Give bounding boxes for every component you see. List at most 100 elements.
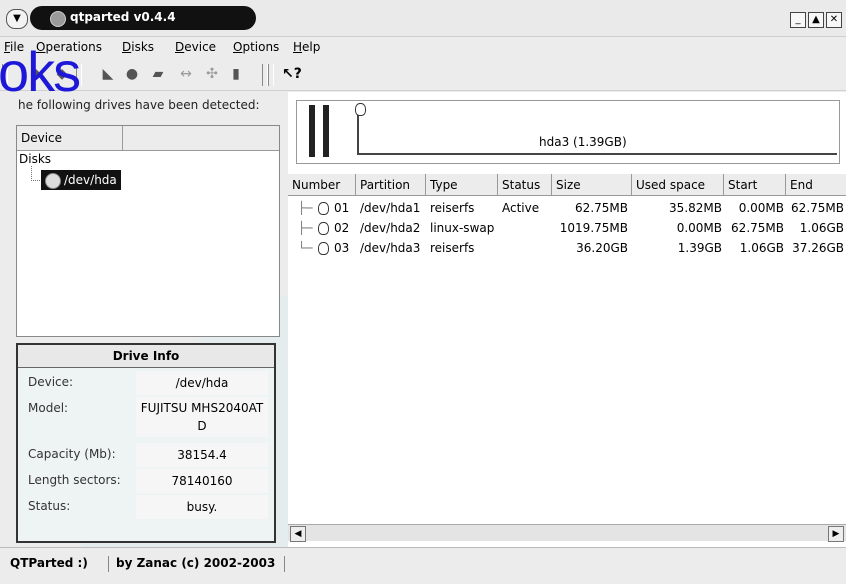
linux-penguin-icon	[318, 238, 329, 258]
window-title: qtparted v0.4.4	[70, 10, 176, 24]
cell-type: linux-swap	[430, 221, 495, 235]
cell-size: 36.20GB	[576, 241, 628, 255]
column-used-space[interactable]: Used space	[632, 174, 724, 196]
window-menu-button[interactable]: ▼	[6, 9, 28, 29]
linux-penguin-icon	[318, 218, 329, 238]
drive-info-row: Device: /dev/hda	[18, 371, 274, 399]
cell-number: 03	[334, 241, 350, 255]
minimize-button[interactable]: _	[790, 12, 806, 28]
cell-size: 62.75MB	[575, 201, 628, 215]
tree-header: Device	[17, 126, 279, 151]
column-size[interactable]: Size	[552, 174, 632, 196]
status-separator	[108, 556, 109, 572]
menu-bar: File Operations Disks Device Options Hel…	[0, 37, 846, 59]
disk-map-bars	[301, 105, 349, 157]
scroll-left-arrow-icon[interactable]: ◀	[290, 526, 306, 542]
drive-info-value: busy.	[136, 495, 268, 519]
toolbar: ◆ ◆ ◣ ● ▰ ↔ ✣ ▮ ↖?	[0, 60, 846, 91]
tree-branch-line: ├─	[298, 201, 313, 215]
menu-options[interactable]: Options	[233, 40, 279, 54]
column-partition[interactable]: Partition	[356, 174, 426, 196]
drive-info-value: 78140160	[136, 469, 268, 493]
cell-used-space: 0.00MB	[676, 221, 722, 235]
status-bar: QTParted :) by Zanac (c) 2002-2003	[0, 547, 846, 584]
tree-node-disks[interactable]: Disks	[19, 152, 51, 166]
status-credits: by Zanac (c) 2002-2003	[116, 556, 276, 570]
property-icon[interactable]: ●	[124, 66, 140, 82]
drive-info-label: Status:	[28, 499, 71, 513]
cell-type: reiserfs	[430, 241, 475, 255]
table-row[interactable]: ├─ 01 /dev/hda1 reiserfs Active 62.75MB …	[288, 198, 846, 218]
move-icon[interactable]: ✣	[204, 66, 220, 82]
close-button[interactable]: ✕	[826, 12, 842, 28]
overlay-logo-text: oks	[0, 40, 81, 103]
drive-info-panel: Drive Info Device: /dev/hda Model: FUJIT…	[16, 343, 276, 543]
maximize-button[interactable]: ▲	[808, 12, 824, 28]
toolbar-separator	[268, 64, 274, 86]
tree-branch-line: └─	[298, 241, 313, 255]
table-row[interactable]: └─ 03 /dev/hda3 reiserfs 36.20GB 1.39GB …	[288, 238, 846, 258]
cell-end: 62.75MB	[791, 201, 844, 215]
tree-node-label: /dev/hda	[64, 173, 117, 187]
tree-column-device[interactable]: Device	[17, 126, 123, 150]
detected-drives-label: he following drives have been detected:	[18, 98, 260, 112]
cell-type: reiserfs	[430, 201, 475, 215]
menu-device[interactable]: Device	[175, 40, 216, 54]
tree-node-dev-hda[interactable]: /dev/hda	[41, 170, 121, 190]
drive-info-row: Capacity (Mb): 38154.4	[18, 443, 274, 471]
cell-start: 62.75MB	[731, 221, 784, 235]
partition-bar-hda2[interactable]	[323, 105, 329, 157]
horizontal-scrollbar[interactable]: ◀ ▶	[288, 524, 846, 542]
device-tree[interactable]: Device Disks /dev/hda	[16, 125, 280, 337]
menu-help[interactable]: Help	[293, 40, 320, 54]
partition-block-label: hda3 (1.39GB)	[539, 135, 627, 149]
linux-penguin-icon	[355, 103, 366, 116]
drive-info-value: FUJITSU MHS2040AT D	[136, 397, 268, 437]
cell-end: 37.26GB	[792, 241, 844, 255]
table-row[interactable]: ├─ 02 /dev/hda2 linux-swap 1019.75MB 0.0…	[288, 218, 846, 238]
drive-info-row: Model: FUJITSU MHS2040AT D	[18, 397, 274, 441]
drive-info-row: Length sectors: 78140160	[18, 469, 274, 497]
drive-info-title: Drive Info	[18, 345, 274, 368]
cell-used-space: 1.39GB	[677, 241, 722, 255]
erase-icon[interactable]: ▰	[150, 66, 166, 82]
application-window: ▼ qtparted v0.4.4 _ ▲ ✕ File Operations …	[0, 0, 846, 584]
scroll-right-arrow-icon[interactable]: ▶	[828, 526, 844, 542]
resize-icon[interactable]: ↔	[178, 66, 194, 82]
column-start[interactable]: Start	[724, 174, 786, 196]
title-bar: ▼ qtparted v0.4.4 _ ▲ ✕	[0, 0, 846, 37]
cell-end: 1.06GB	[799, 221, 844, 235]
cell-start: 0.00MB	[738, 201, 784, 215]
tree-column-empty[interactable]	[123, 126, 279, 150]
app-icon	[50, 11, 66, 27]
window-title-pill: qtparted v0.4.4	[30, 6, 256, 30]
drive-info-value: /dev/hda	[136, 371, 268, 395]
linux-penguin-icon	[318, 198, 329, 218]
column-end[interactable]: End	[786, 174, 846, 196]
menu-disks[interactable]: Disks	[122, 40, 154, 54]
disk-map[interactable]: hda3 (1.39GB)	[296, 100, 840, 164]
status-app-name: QTParted :)	[10, 556, 88, 570]
drive-info-label: Model:	[28, 401, 69, 415]
format-icon[interactable]: ◣	[100, 66, 116, 82]
drive-info-label: Device:	[28, 375, 74, 389]
trash-icon[interactable]: ▮	[228, 66, 244, 82]
cell-partition: /dev/hda2	[360, 221, 421, 235]
column-number[interactable]: Number	[288, 174, 356, 196]
column-status[interactable]: Status	[498, 174, 552, 196]
partition-table: Number Partition Type Status Size Used s…	[288, 174, 846, 524]
cell-used-space: 35.82MB	[669, 201, 722, 215]
cell-number: 02	[334, 221, 350, 235]
cell-size: 1019.75MB	[559, 221, 628, 235]
left-panel: Device Disks /dev/hda Drive Info Device:…	[0, 120, 283, 545]
drive-info-label: Length sectors:	[28, 473, 121, 487]
whats-this-help-icon[interactable]: ↖?	[282, 66, 302, 82]
drive-info-value: 38154.4	[136, 443, 268, 467]
cell-partition: /dev/hda1	[360, 201, 421, 215]
drive-info-row: Status: busy.	[18, 495, 274, 523]
drive-info-label: Capacity (Mb):	[28, 447, 116, 461]
partition-bar-hda1[interactable]	[309, 105, 315, 157]
partition-panel: hda3 (1.39GB) Number Partition Type Stat…	[288, 92, 846, 547]
partition-block-hda3[interactable]: hda3 (1.39GB)	[355, 103, 837, 155]
column-type[interactable]: Type	[426, 174, 498, 196]
